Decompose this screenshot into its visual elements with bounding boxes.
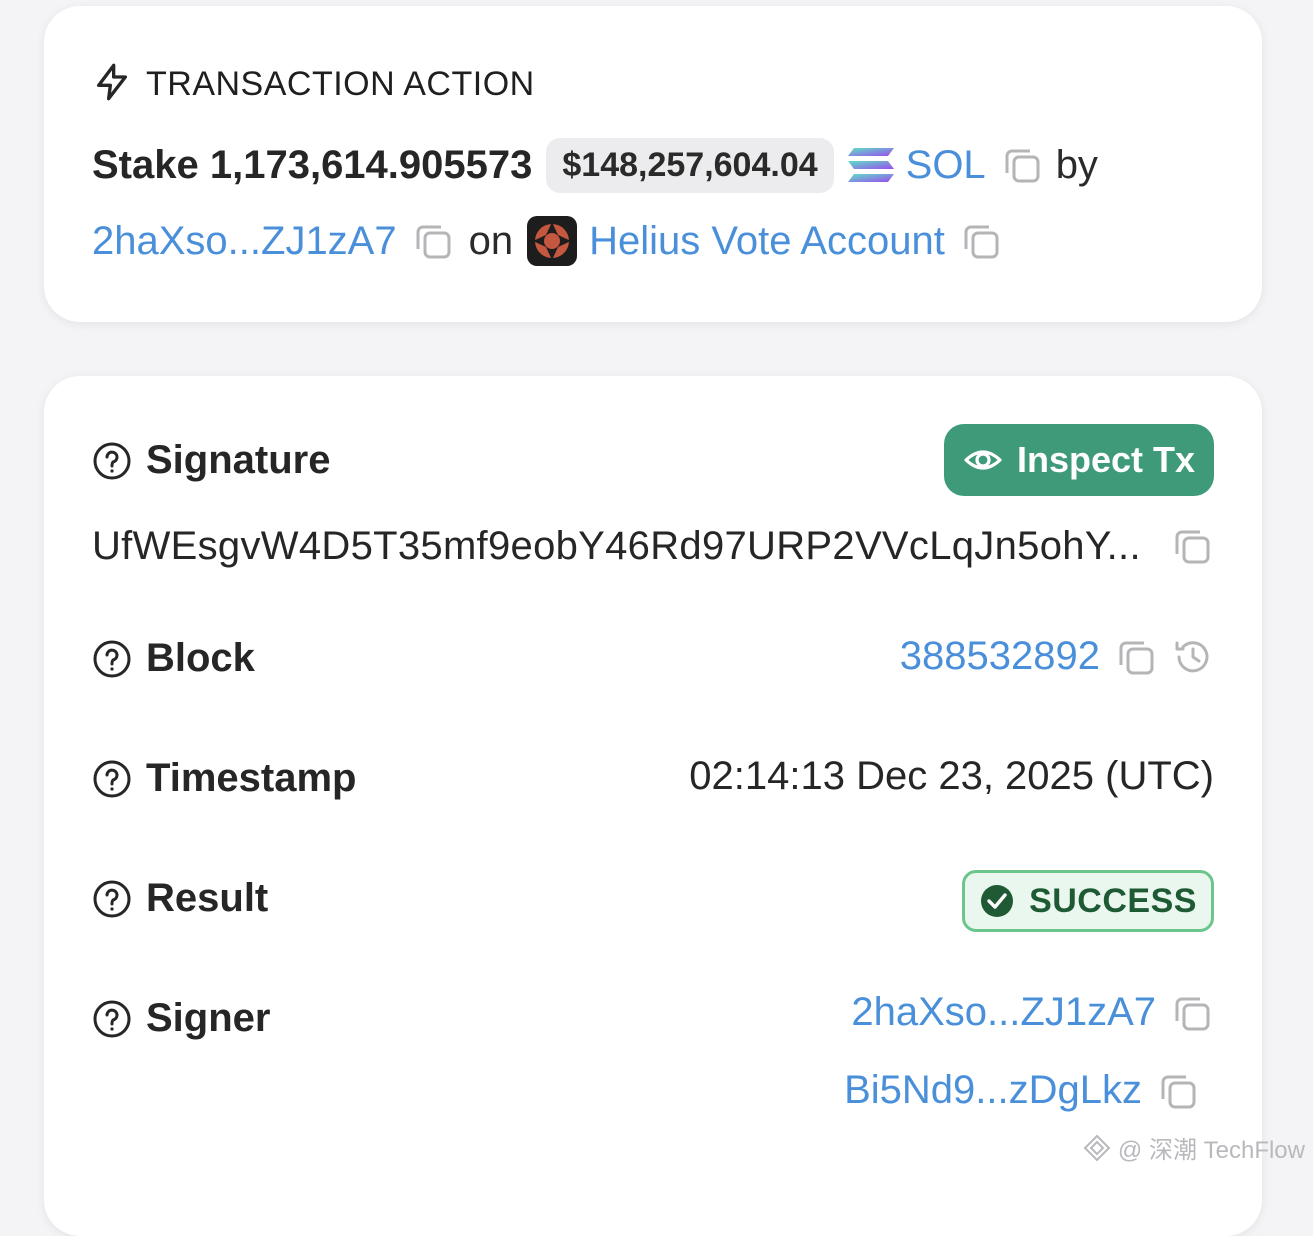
by-text: by (1055, 142, 1098, 187)
lightning-icon (92, 62, 132, 107)
eye-icon (964, 450, 1002, 470)
techflow-logo-icon (1083, 1134, 1111, 1161)
inspect-tx-label: Inspect Tx (1016, 439, 1196, 480)
signature-label: Signature (92, 438, 330, 483)
block-number-link[interactable]: 388532892 (900, 634, 1100, 679)
status-text: SUCCESS (1029, 881, 1197, 920)
copy-icon[interactable] (1156, 1069, 1200, 1113)
signer-row-1: 2haXso...ZJ1zA7 (851, 990, 1214, 1035)
action-header-title: TRANSACTION ACTION (146, 65, 535, 103)
copy-icon[interactable] (1170, 991, 1214, 1035)
timestamp-value-row: 02:14:13 Dec 23, 2025 (UTC) (689, 754, 1214, 799)
watermark: @ 深潮 TechFlow (1082, 1130, 1305, 1165)
timestamp-value: 02:14:13 Dec 23, 2025 (UTC) (689, 754, 1214, 798)
question-icon[interactable] (92, 759, 132, 799)
token-link-sol[interactable]: SOL (906, 143, 986, 188)
question-icon[interactable] (92, 441, 132, 481)
signer-address-link[interactable]: Bi5Nd9...zDgLkz (844, 1068, 1142, 1113)
question-icon[interactable] (92, 999, 132, 1039)
history-icon[interactable] (1172, 636, 1214, 678)
signature-value: UfWEsgvW4D5T35mf9eobY46Rd97URP2VVcLqJn5o… (92, 523, 1141, 568)
timestamp-label: Timestamp (92, 756, 356, 801)
status-badge: SUCCESS (962, 870, 1214, 932)
usd-value-badge: $148,257,604.04 (546, 137, 834, 193)
solana-logo (846, 145, 896, 185)
on-text: on (468, 218, 514, 263)
copy-icon[interactable] (411, 219, 455, 263)
question-icon[interactable] (92, 879, 132, 919)
signer-row-2: Bi5Nd9...zDgLkz (844, 1068, 1200, 1113)
signer-label: Signer (92, 996, 270, 1041)
block-value-row: 388532892 (900, 634, 1214, 679)
helius-logo (527, 216, 578, 266)
watermark-text: @ 深潮 TechFlow (1117, 1137, 1305, 1164)
transaction-action-card: TRANSACTION ACTION Stake 1,173,614.90557… (44, 6, 1262, 322)
signature-value-row: UfWEsgvW4D5T35mf9eobY46Rd97URP2VVcLqJn5o… (92, 518, 1214, 574)
copy-icon[interactable] (1114, 635, 1158, 679)
signer-address-link[interactable]: 2haXso...ZJ1zA7 (851, 990, 1156, 1035)
transaction-details-card: Signature Inspect Tx UfWEsgvW4D5T35mf9eo… (44, 376, 1262, 1236)
result-label: Result (92, 876, 268, 921)
stake-amount: Stake 1,173,614.905573 (92, 142, 533, 187)
copy-icon[interactable] (959, 219, 1003, 263)
action-summary-line-2: 2haXso...ZJ1zA7 on Helius Vote Account (92, 206, 1003, 276)
check-circle-icon (981, 885, 1014, 917)
action-header: TRANSACTION ACTION (92, 62, 535, 107)
copy-icon[interactable] (1000, 143, 1044, 187)
question-icon[interactable] (92, 639, 132, 679)
inspect-tx-button[interactable]: Inspect Tx (944, 424, 1214, 496)
copy-icon[interactable] (1170, 524, 1214, 568)
action-summary-line-1: Stake 1,173,614.905573 $148,257,604.04 S… (92, 130, 1098, 200)
staker-address-link[interactable]: 2haXso...ZJ1zA7 (92, 219, 397, 264)
validator-link[interactable]: Helius Vote Account (589, 219, 945, 264)
block-label: Block (92, 636, 255, 681)
